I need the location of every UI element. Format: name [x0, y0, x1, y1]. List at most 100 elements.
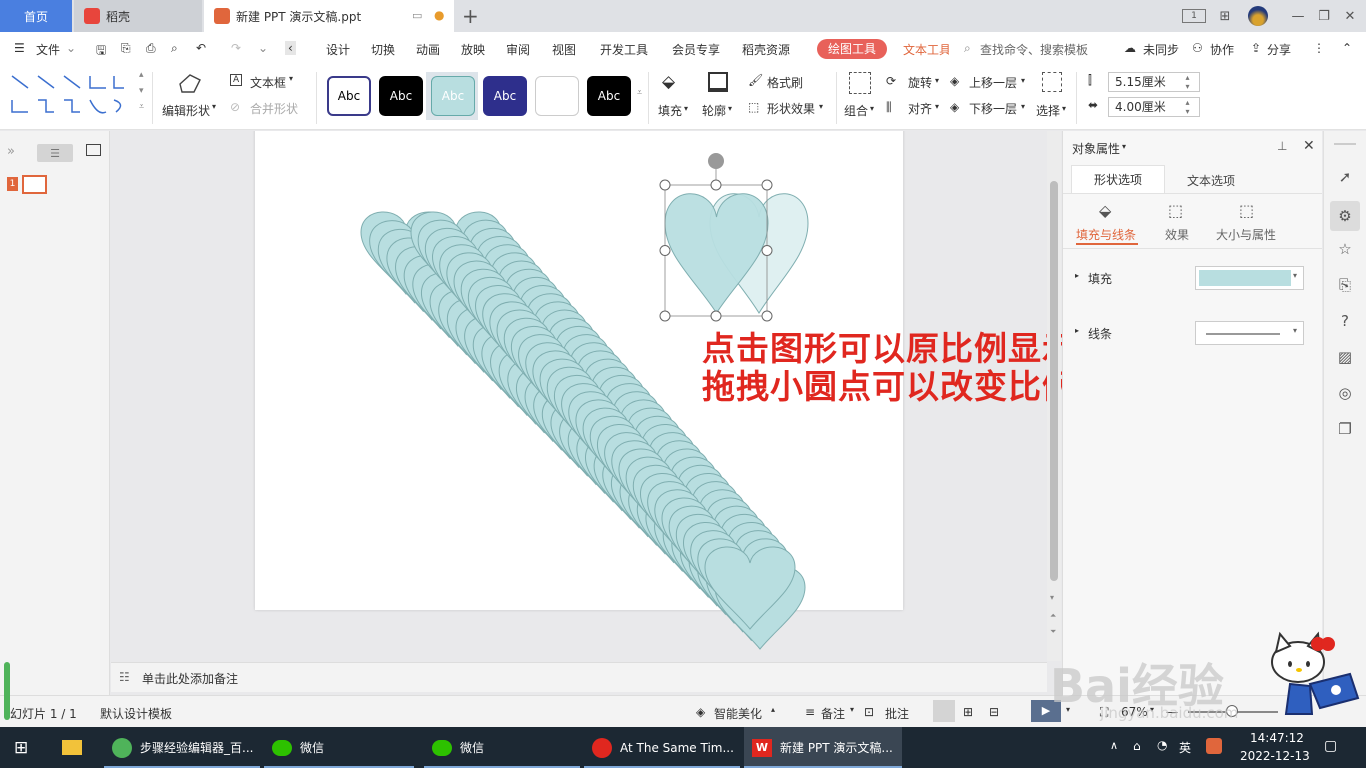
- expand-pane-icon[interactable]: »: [7, 144, 15, 159]
- size-icon[interactable]: ⬚: [1239, 201, 1254, 220]
- clock-time[interactable]: 14:47:12: [1250, 731, 1304, 745]
- image-icon[interactable]: ▨: [1335, 347, 1355, 367]
- sorter-view-icon[interactable]: ⊞: [963, 705, 973, 719]
- export-icon[interactable]: ⎘: [121, 41, 131, 56]
- animation-star-icon[interactable]: ☆: [1335, 239, 1355, 259]
- menu-transition[interactable]: 切换: [371, 41, 395, 58]
- close-icon[interactable]: ✕: [1339, 6, 1361, 26]
- menu-view[interactable]: 视图: [552, 41, 576, 58]
- minimize-icon[interactable]: —: [1287, 6, 1309, 26]
- resize-handle[interactable]: [710, 179, 722, 191]
- fill-dropdown-icon[interactable]: ▾: [684, 104, 688, 113]
- task-step-editor[interactable]: 步骤经验编辑器_百...: [104, 727, 260, 768]
- style-preset-1[interactable]: Abc: [327, 76, 371, 116]
- line-expand-icon[interactable]: ▸: [1075, 326, 1079, 335]
- menu-slideshow[interactable]: 放映: [461, 41, 485, 58]
- comment-icon[interactable]: ⊡: [864, 705, 874, 719]
- cloud-sync-icon[interactable]: ☁: [1124, 41, 1136, 55]
- text-box-button[interactable]: 文本框: [250, 74, 286, 91]
- select-icon[interactable]: [1042, 72, 1062, 92]
- new-tab-button[interactable]: +: [462, 4, 479, 28]
- tab-text-tools[interactable]: 文本工具: [903, 41, 949, 58]
- text-box-dropdown-icon[interactable]: ▾: [289, 74, 293, 83]
- smart-beautify-button[interactable]: 智能美化: [714, 705, 762, 722]
- undo-icon[interactable]: ↶: [196, 41, 206, 55]
- panel-close-icon[interactable]: ✕: [1303, 138, 1315, 154]
- bring-forward-dropdown-icon[interactable]: ▾: [1021, 76, 1025, 85]
- subtab-fill-line[interactable]: 填充与线条: [1076, 226, 1136, 243]
- style-preset-5[interactable]: [535, 76, 579, 116]
- collapse-ribbon-icon[interactable]: ⌃: [1342, 41, 1352, 55]
- task-wps-ppt[interactable]: W 新建 PPT 演示文稿...: [744, 727, 902, 768]
- align-dropdown-icon[interactable]: ▾: [935, 102, 939, 111]
- style-preset-4[interactable]: Abc: [483, 76, 527, 116]
- redo-icon[interactable]: ↷: [231, 41, 241, 55]
- notes-dropdown-icon[interactable]: ▾: [850, 705, 854, 714]
- properties-icon[interactable]: ⚙: [1330, 201, 1360, 231]
- slide-view-icon[interactable]: [86, 144, 101, 156]
- bring-forward-icon[interactable]: ◈: [950, 74, 959, 88]
- style-preset-2[interactable]: Abc: [379, 76, 423, 116]
- align-button[interactable]: 对齐: [908, 100, 932, 117]
- tray-up-icon[interactable]: ∧: [1110, 739, 1118, 752]
- clock-date[interactable]: 2022-12-13: [1240, 749, 1310, 763]
- resize-handle[interactable]: [761, 245, 773, 256]
- task-wechat-2[interactable]: 微信: [424, 727, 580, 768]
- idea-icon[interactable]: ◎: [1335, 383, 1355, 403]
- fill-bucket-icon[interactable]: ⬙: [662, 72, 675, 92]
- edit-shape-icon[interactable]: [176, 72, 204, 96]
- shape-effects-dropdown-icon[interactable]: ▾: [819, 102, 823, 111]
- format-painter-icon[interactable]: 🖌: [748, 73, 763, 87]
- reading-view-icon[interactable]: ⊟: [989, 705, 999, 719]
- tab-docer[interactable]: 稻壳: [74, 0, 202, 32]
- merge-shape-button[interactable]: 合并形状: [250, 100, 298, 117]
- group-button[interactable]: 组合: [844, 102, 868, 119]
- fill-button[interactable]: 填充: [658, 102, 682, 119]
- prev-slide-icon[interactable]: ⏶: [1050, 611, 1056, 621]
- search-command-input[interactable]: 查找命令、搜索模板: [980, 41, 1088, 58]
- outline-dropdown-icon[interactable]: ▾: [728, 104, 732, 113]
- wifi-icon[interactable]: ◔: [1157, 738, 1167, 752]
- gallery-down-icon[interactable]: ▾: [139, 86, 144, 96]
- subtab-size-properties[interactable]: 大小与属性: [1216, 226, 1276, 243]
- group-dropdown-icon[interactable]: ▾: [870, 104, 874, 113]
- resize-handle[interactable]: [659, 310, 671, 322]
- resize-handle[interactable]: [659, 245, 671, 256]
- task-wechat-1[interactable]: 微信: [264, 727, 414, 768]
- menu-file[interactable]: 文件: [36, 41, 60, 58]
- more-icon[interactable]: ⋮: [1313, 41, 1325, 55]
- menu-member[interactable]: 会员专享: [672, 41, 720, 58]
- resize-handle[interactable]: [761, 310, 773, 322]
- line-section-label[interactable]: 线条: [1088, 325, 1112, 342]
- transform-icon[interactable]: ⎘: [1335, 275, 1355, 295]
- select-button[interactable]: 选择: [1036, 102, 1060, 119]
- rocket-icon[interactable]: ➚: [1335, 167, 1355, 187]
- design-template[interactable]: 默认设计模板: [100, 705, 172, 722]
- tab-document[interactable]: 新建 PPT 演示文稿.ppt ▭ ●: [204, 0, 454, 32]
- fill-section-label[interactable]: 填充: [1088, 270, 1112, 287]
- hamburger-icon[interactable]: ☰: [14, 41, 25, 55]
- width-input[interactable]: 4.00厘米: [1108, 97, 1200, 117]
- notes-toggle-button[interactable]: 备注: [821, 705, 845, 722]
- text-box-icon[interactable]: A: [230, 74, 243, 86]
- resize-handle[interactable]: [761, 179, 773, 191]
- slide-thumbnail-1[interactable]: [22, 175, 47, 194]
- notes-bar[interactable]: ☷ 单击此处添加备注: [111, 662, 1047, 692]
- fill-expand-icon[interactable]: ▸: [1075, 271, 1079, 280]
- avatar[interactable]: [1247, 6, 1269, 26]
- subtab-effects[interactable]: 效果: [1165, 226, 1189, 243]
- network-icon[interactable]: ⌂: [1133, 739, 1141, 753]
- send-backward-icon[interactable]: ◈: [950, 100, 959, 114]
- fill-color-dropdown[interactable]: ▾: [1195, 266, 1304, 290]
- height-input[interactable]: 5.15厘米: [1108, 72, 1200, 92]
- rotate-icon[interactable]: ⟳: [886, 74, 896, 88]
- group-icon[interactable]: [849, 72, 871, 94]
- smart-beautify-icon[interactable]: ◈: [696, 705, 705, 719]
- line-shapes-gallery[interactable]: [8, 72, 148, 124]
- effects-icon[interactable]: ⬚: [1168, 201, 1183, 220]
- send-backward-dropdown-icon[interactable]: ▾: [1021, 102, 1025, 111]
- scroll-left-icon[interactable]: ‹: [285, 41, 296, 55]
- search-icon[interactable]: ⌕: [964, 41, 971, 56]
- select-dropdown-icon[interactable]: ▾: [1062, 104, 1066, 113]
- resize-handle[interactable]: [710, 310, 722, 322]
